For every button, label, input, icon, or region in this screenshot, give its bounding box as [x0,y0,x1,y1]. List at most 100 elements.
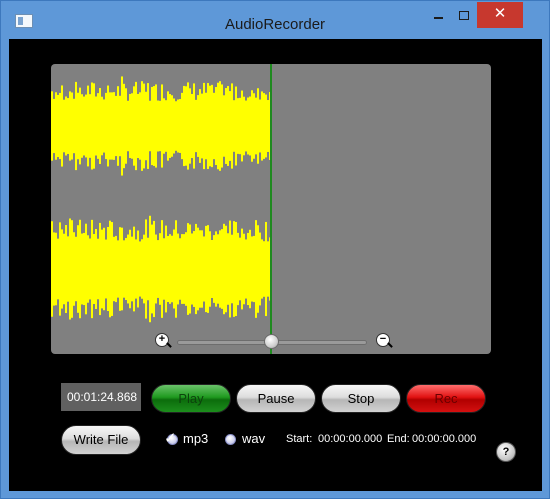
waveform-sample [205,225,207,313]
waveform-sample [227,86,229,166]
waveform-canvas [51,64,272,354]
waveform-sample [223,223,225,315]
zoom-slider-thumb[interactable] [264,334,279,349]
maximize-button[interactable] [451,2,477,28]
waveform-sample [197,95,199,157]
waveform-sample [225,225,227,313]
stop-button[interactable]: Stop [321,384,401,413]
pause-button[interactable]: Pause [236,384,316,413]
waveform-sample [181,92,183,160]
waveform-sample [215,87,217,165]
waveform-sample [137,230,139,308]
waveform-sample [213,92,215,160]
waveform-sample [117,240,119,298]
waveform-sample [155,84,157,168]
waveform-sample [203,82,205,170]
recorder-panel: + − 00:01:24.868 Play Pause Stop Rec Wri… [9,39,542,491]
waveform-sample [113,236,115,302]
waveform-sample [247,97,249,155]
waveform-sample [163,98,165,154]
end-label: End: [387,433,410,445]
waveform-sample [119,95,121,157]
waveform-sample [221,229,223,309]
waveform-sample [215,231,217,307]
waveform-sample [99,222,101,316]
waveform-sample [69,218,71,320]
waveform-sample [169,234,171,304]
wav-radio[interactable] [225,434,236,445]
zoom-out-icon[interactable]: − [376,333,390,347]
waveform-sample [243,233,245,305]
waveform-sample [87,235,89,303]
waveform-sample [93,233,95,305]
waveform-sample [97,238,99,300]
waveform-sample [141,239,143,299]
waveform-sample [75,236,77,302]
waveform-sample [161,220,163,318]
waveform-sample [263,241,265,297]
waveform-channel-right [51,215,271,323]
waveform-sample [57,94,59,158]
write-file-button[interactable]: Write File [61,425,141,455]
title-bar[interactable]: AudioRecorder ✕ [1,1,549,33]
waveform-sample [107,226,109,312]
waveform-sample [147,83,149,169]
play-button[interactable]: Play [151,384,231,413]
close-button[interactable]: ✕ [477,2,523,28]
waveform-sample [249,96,251,156]
waveform-sample [125,88,127,164]
waveform-sample [57,238,59,300]
waveform-sample [171,235,173,303]
record-button[interactable]: Rec [406,384,486,413]
waveform-sample [249,229,251,309]
waveform-sample [245,100,247,152]
waveform-sample [63,233,65,305]
waveform-sample [51,221,53,317]
waveform-sample [73,98,75,154]
waveform-sample [143,234,145,304]
waveform-sample [199,230,201,308]
waveform-sample [165,225,167,313]
waveform-sample [193,231,195,307]
waveform-sample [67,98,69,154]
waveform-sample [67,236,69,302]
waveform-sample [227,233,229,305]
waveform-sample [85,94,87,158]
help-button[interactable]: ? [496,442,516,462]
waveform-display[interactable] [51,64,491,354]
zoom-in-icon[interactable]: + [155,333,169,347]
waveform-sample [93,83,95,169]
waveform-sample [207,83,209,169]
waveform-sample [217,82,219,170]
waveform-sample [115,95,117,157]
waveform-sample [151,224,153,314]
waveform-sample [167,91,169,161]
waveform-sample [81,233,83,305]
waveform-sample [199,89,201,163]
waveform-sample [75,81,77,171]
waveform-sample [65,225,67,313]
waveform-sample [229,91,231,161]
waveform-sample [91,82,93,170]
waveform-sample [181,234,183,304]
waveform-sample [101,96,103,156]
waveform-sample [149,100,151,152]
waveform-sample [103,227,105,311]
waveform-sample [187,223,189,315]
minimize-button[interactable] [425,2,451,28]
waveform-sample [243,96,245,156]
wav-label[interactable]: wav [242,431,265,446]
waveform-sample [223,95,225,157]
waveform-sample [105,239,107,299]
mp3-label[interactable]: mp3 [183,431,208,446]
waveform-sample [177,233,179,305]
waveform-sample [201,93,203,159]
start-label: Start: [286,433,313,445]
waveform-sample [107,85,109,167]
waveform-sample [79,87,81,165]
waveform-sample [95,228,97,310]
waveform-sample [55,232,57,306]
waveform-sample [131,236,133,302]
waveform-sample [185,86,187,166]
waveform-sample [195,223,197,315]
